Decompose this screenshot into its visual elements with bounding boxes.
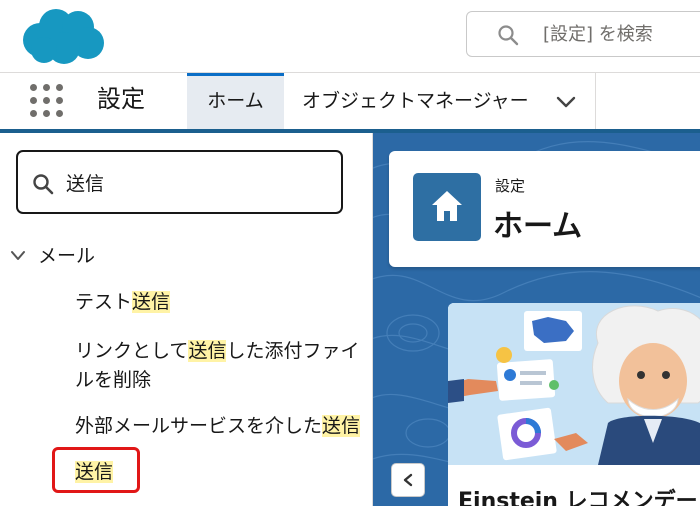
einstein-card: Einstein レコメンデー [448, 303, 700, 506]
global-search-box[interactable] [466, 11, 700, 57]
context-bar: 設定 ホーム オブジェクトマネージャー [0, 73, 700, 133]
search-icon [33, 174, 54, 195]
tree-item-send-through-external-service[interactable]: 外部メールサービスを介した送信 [75, 409, 361, 443]
tab-object-manager-label: オブジェクトマネージャー [302, 90, 529, 112]
page-eyebrow: 設定 [495, 177, 526, 195]
home-tile [413, 173, 481, 241]
chevron-down-icon[interactable] [556, 95, 576, 109]
home-icon [432, 191, 462, 221]
tab-home-label: ホーム [207, 90, 264, 112]
item-text: 外部メールサービスを介した [75, 415, 323, 437]
quick-find-box[interactable] [16, 150, 343, 214]
app-name: 設定 [97, 85, 145, 113]
global-search-input[interactable] [543, 20, 700, 48]
app-launcher-icon[interactable] [30, 84, 64, 118]
collapse-panel-button[interactable] [391, 463, 425, 497]
main-content: 設定 ホーム Einstein レコメンデー [373, 133, 700, 506]
match-highlight: 送信 [188, 340, 227, 362]
search-icon [498, 25, 519, 46]
setup-tree-panel: メール テスト送信 リンクとして送信した添付ファイ ルを削除 外部メールサービス… [0, 133, 373, 506]
tree-item-test-send[interactable]: テスト送信 [75, 285, 171, 319]
global-header [0, 0, 700, 73]
card-title: Einstein レコメンデー [458, 489, 698, 506]
page-header: 設定 ホーム [389, 151, 700, 267]
chevron-left-icon [403, 473, 413, 487]
match-highlight: 送信 [132, 291, 171, 313]
tab-object-manager[interactable]: オブジェクトマネージャー [284, 73, 596, 129]
tree-group-label: メール [38, 245, 96, 267]
item-text: した添付ファイ [226, 340, 360, 362]
salesforce-cloud-logo[interactable] [18, 6, 106, 66]
tab-home[interactable]: ホーム [187, 73, 284, 129]
item-text: ルを削除 [75, 369, 152, 391]
page-title: ホーム [493, 209, 583, 244]
tree-item-send-attachments-as-links-cont[interactable]: ルを削除 [75, 363, 151, 397]
match-highlight: 送信 [322, 415, 361, 437]
chevron-down-icon[interactable] [10, 250, 26, 262]
item-text: リンクとして [75, 340, 189, 362]
einstein-illustration [448, 303, 700, 465]
selected-item-outline [52, 447, 140, 493]
item-text: テスト [75, 291, 133, 313]
quick-find-input[interactable] [66, 166, 316, 198]
